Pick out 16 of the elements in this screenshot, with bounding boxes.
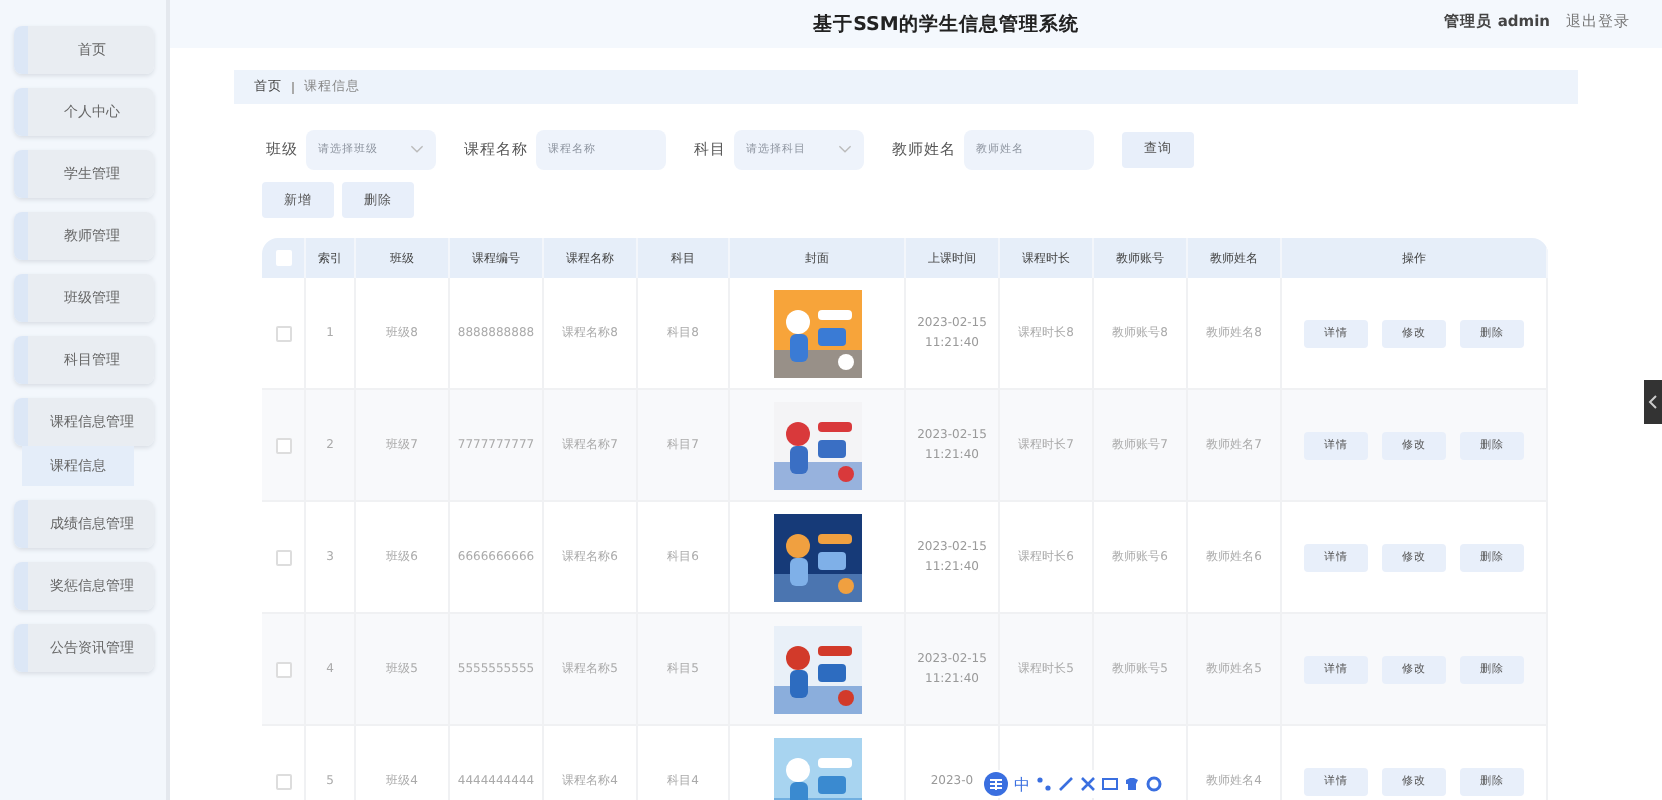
app-title: 基于SSM的学生信息管理系统	[813, 11, 1079, 37]
ime-mode-button[interactable]: 中	[1014, 773, 1030, 795]
ime-logo-icon[interactable]	[984, 772, 1008, 796]
keyboard-icon[interactable]	[1102, 776, 1118, 792]
pen-icon[interactable]	[1058, 776, 1074, 792]
checkbox[interactable]	[275, 549, 291, 565]
checkbox[interactable]	[275, 773, 291, 789]
checkbox[interactable]	[275, 437, 291, 453]
checkbox[interactable]	[275, 661, 291, 677]
chevron-icon	[838, 144, 852, 154]
dots-icon[interactable]	[1036, 776, 1052, 792]
separator-icon	[292, 81, 294, 93]
shirt-icon[interactable]	[1124, 776, 1140, 792]
side-tab-icon[interactable]	[1644, 380, 1662, 424]
checkbox[interactable]	[275, 325, 291, 341]
chevron-icon	[410, 144, 424, 154]
